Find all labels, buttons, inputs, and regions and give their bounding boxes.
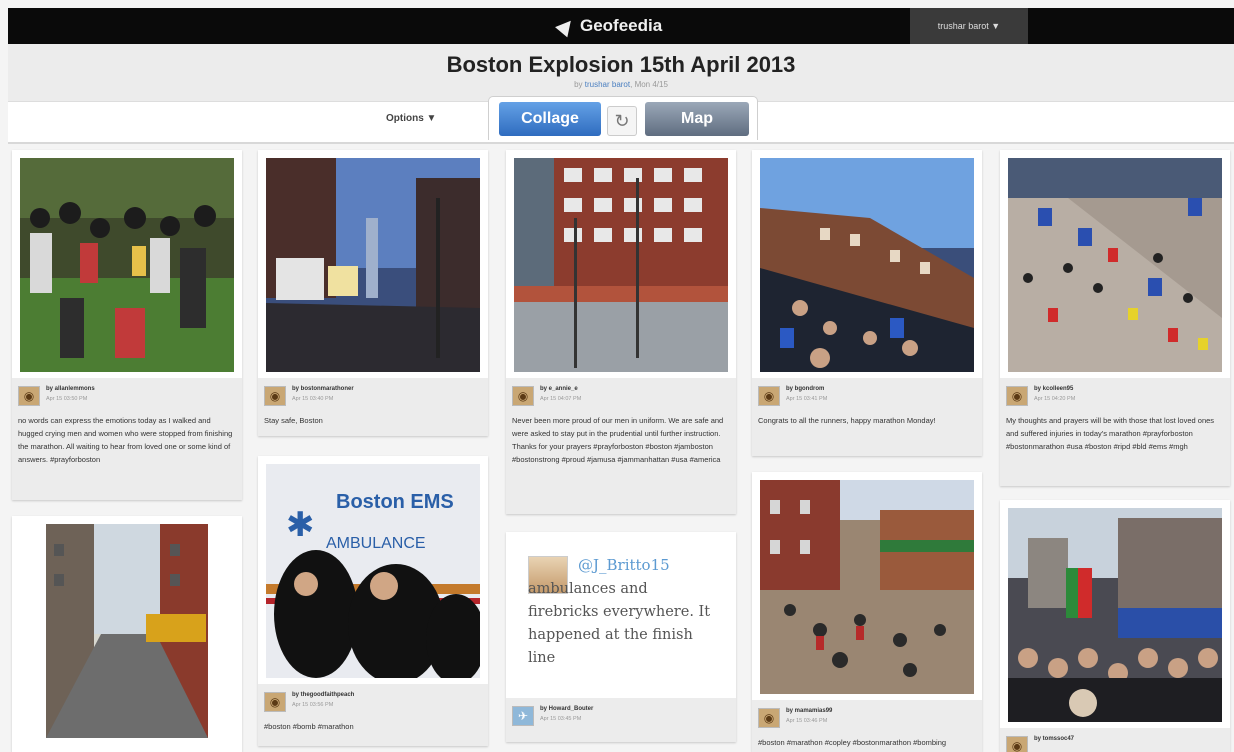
- owl-avatar-icon[interactable]: ◉: [264, 386, 286, 406]
- post-meta: ◉ by kcolleen95 Apr 15 04:20 PM My thoug…: [1000, 378, 1230, 486]
- post-time: Apr 15 03:46 PM: [786, 718, 828, 724]
- post-meta: ✈ by Howard_Bouter Apr 15 03:45 PM: [506, 698, 736, 742]
- post-meta: ◉ by bostonmarathoner Apr 15 03:40 PM St…: [258, 378, 488, 436]
- post-time: Apr 15 03:50 PM: [46, 396, 88, 402]
- post-card[interactable]: ◉ by bostonmarathoner Apr 15 03:40 PM St…: [258, 150, 488, 436]
- owl-avatar-icon[interactable]: ◉: [264, 692, 286, 712]
- post-caption: #boston #marathon #copley #bostonmaratho…: [758, 738, 947, 747]
- ems-sign-line1: Boston EMS: [336, 491, 454, 513]
- post-author[interactable]: by thegoodfaithpeach: [292, 692, 354, 698]
- refresh-icon[interactable]: ↻: [607, 106, 637, 136]
- post-caption: Congrats to all the runners, happy marat…: [758, 416, 936, 425]
- tab-collage[interactable]: Collage: [499, 102, 601, 136]
- post-card[interactable]: ◉ by tomssoc47: [1000, 500, 1230, 752]
- post-photo[interactable]: Boston EMS AMBULANCE ✱: [266, 464, 480, 678]
- post-meta: ◉ by tomssoc47: [1000, 728, 1230, 752]
- view-toolbar: Options ▼ Collage ↻ Map: [8, 96, 1234, 144]
- post-meta: ◉ by bgondrom Apr 15 03:41 PM Congrats t…: [752, 378, 982, 456]
- post-author[interactable]: by mamamias99: [786, 708, 832, 714]
- post-time: Apr 15 04:20 PM: [1034, 396, 1076, 402]
- post-photo[interactable]: [514, 158, 728, 372]
- post-photo[interactable]: [1008, 158, 1222, 372]
- page-title: Boston Explosion 15th April 2013: [446, 52, 796, 77]
- post-photo[interactable]: [1008, 508, 1222, 722]
- tweet-card[interactable]: @J_Britto15 ambulances and firebricks ev…: [506, 532, 736, 742]
- post-author[interactable]: by Howard_Bouter: [540, 706, 593, 712]
- post-author[interactable]: by e_annie_e: [540, 386, 578, 392]
- post-meta: ◉ by e_annie_e Apr 15 04:07 PM Never bee…: [506, 378, 736, 514]
- post-card[interactable]: ◉ by mamamias99 Apr 15 03:46 PM #boston …: [752, 472, 982, 752]
- post-time: Apr 15 03:41 PM: [786, 396, 828, 402]
- owl-avatar-icon[interactable]: ◉: [18, 386, 40, 406]
- view-tabs: Collage ↻ Map: [488, 96, 758, 140]
- tweet-text: ambulances and firebricks everywhere. It…: [528, 581, 711, 666]
- brand-logo[interactable]: Geofeedia: [555, 15, 663, 37]
- top-bar: Geofeedia trushar barot ▼: [8, 8, 1234, 44]
- post-card[interactable]: ◉ by e_annie_e Apr 15 04:07 PM Never bee…: [506, 150, 736, 514]
- post-time: Apr 15 03:40 PM: [292, 396, 334, 402]
- post-caption: Stay safe, Boston: [264, 416, 323, 425]
- post-author[interactable]: by bostonmarathoner: [292, 386, 354, 392]
- ems-sign-line2: AMBULANCE: [326, 535, 426, 552]
- post-time: Apr 15 04:07 PM: [540, 396, 582, 402]
- owl-avatar-icon[interactable]: ◉: [512, 386, 534, 406]
- post-photo[interactable]: [20, 158, 234, 372]
- owl-avatar-icon[interactable]: ◉: [1006, 736, 1028, 752]
- post-card[interactable]: ◉ by allanlemmons Apr 15 03:50 PM no wor…: [12, 150, 242, 500]
- byline: by trushar barot, Mon 4/15: [574, 80, 668, 89]
- post-meta: ◉ by thegoodfaithpeach Apr 15 03:56 PM #…: [258, 684, 488, 746]
- byline-date: Mon 4/15: [634, 80, 668, 89]
- byline-user-link[interactable]: trushar barot: [585, 80, 630, 89]
- post-photo[interactable]: [760, 158, 974, 372]
- post-caption: Never been more proud of our men in unif…: [512, 416, 724, 464]
- post-author[interactable]: by kcolleen95: [1034, 386, 1073, 392]
- bird-avatar-icon[interactable]: ✈: [512, 706, 534, 726]
- location-arrow-icon: [555, 15, 577, 37]
- post-card[interactable]: ◉ by bgondrom Apr 15 03:41 PM Congrats t…: [752, 150, 982, 456]
- post-time: Apr 15 03:56 PM: [292, 702, 334, 708]
- options-dropdown[interactable]: Options ▼: [386, 113, 436, 124]
- post-author[interactable]: by allanlemmons: [46, 386, 95, 392]
- post-photo[interactable]: [266, 158, 480, 372]
- post-author[interactable]: by bgondrom: [786, 386, 824, 392]
- post-author[interactable]: by tomssoc47: [1034, 736, 1074, 742]
- owl-avatar-icon[interactable]: ◉: [758, 386, 780, 406]
- star-of-life-icon: ✱: [286, 505, 315, 545]
- post-card[interactable]: ◉ by kcolleen95 Apr 15 04:20 PM My thoug…: [1000, 150, 1230, 486]
- post-card[interactable]: Boston EMS AMBULANCE ✱ ◉ by thegoodfaith…: [258, 456, 488, 746]
- post-photo[interactable]: [760, 480, 974, 694]
- user-menu[interactable]: trushar barot ▼: [910, 8, 1028, 44]
- post-card[interactable]: [12, 516, 242, 752]
- post-time: Apr 15 03:45 PM: [540, 716, 582, 722]
- post-meta: ◉ by mamamias99 Apr 15 03:46 PM #boston …: [752, 700, 982, 752]
- owl-avatar-icon[interactable]: ◉: [758, 708, 780, 728]
- tweet-handle[interactable]: @J_Britto15: [578, 556, 670, 574]
- owl-avatar-icon[interactable]: ◉: [1006, 386, 1028, 406]
- post-caption: no words can express the emotions today …: [18, 416, 233, 464]
- brand-name: Geofeedia: [580, 16, 663, 35]
- tab-map[interactable]: Map: [645, 102, 749, 136]
- post-photo[interactable]: [46, 524, 208, 738]
- post-caption: My thoughts and prayers will be with tho…: [1006, 416, 1215, 451]
- title-bar: Boston Explosion 15th April 2013 by trus…: [8, 44, 1234, 102]
- post-caption: #boston #bomb #marathon: [264, 722, 354, 731]
- post-meta: ◉ by allanlemmons Apr 15 03:50 PM no wor…: [12, 378, 242, 500]
